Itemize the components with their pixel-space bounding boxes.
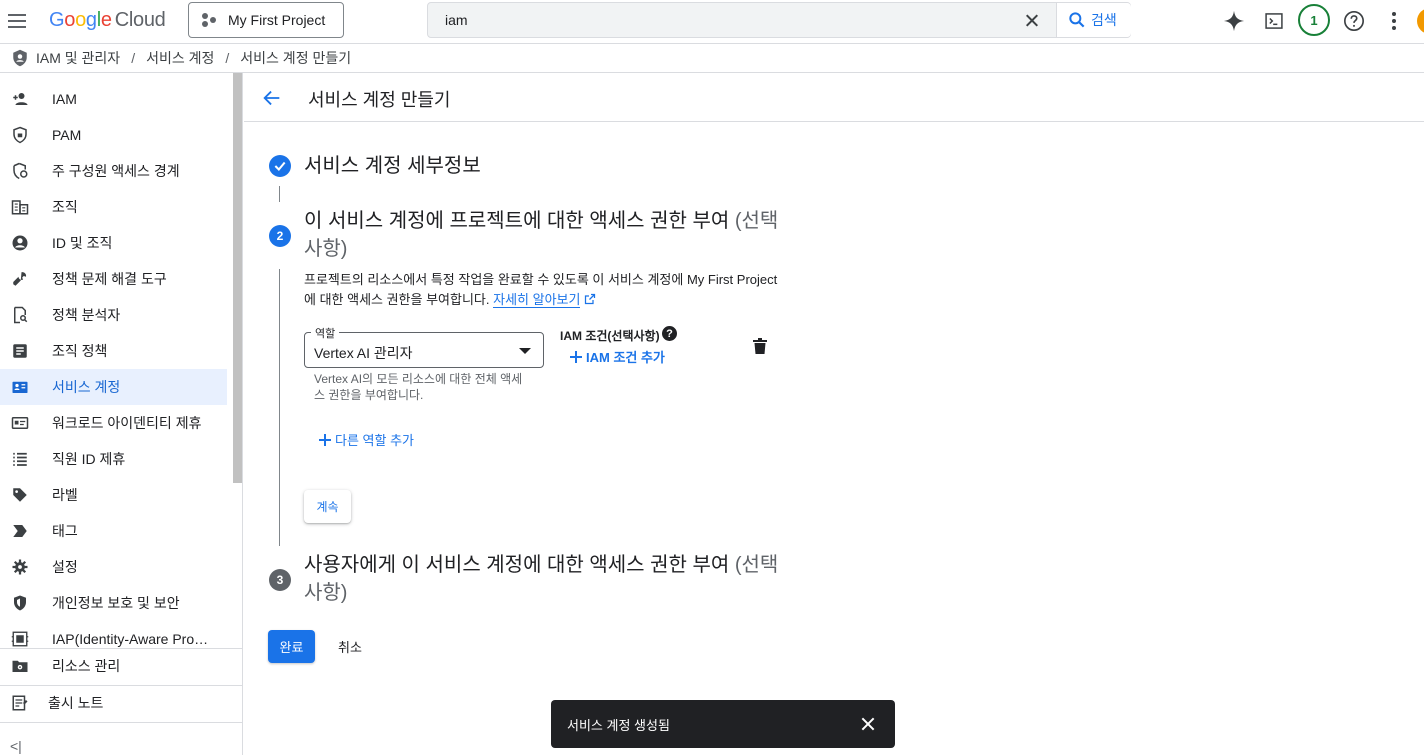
add-icon — [319, 433, 331, 446]
page-title: 서비스 계정 만들기 — [308, 90, 451, 110]
privacy-shield-icon — [14, 595, 26, 611]
wrench-icon — [13, 272, 27, 286]
gear-icon — [12, 559, 28, 575]
snackbar-message: 서비스 계정 생성됨 — [567, 717, 670, 733]
notification-badge[interactable]: 1 — [1298, 4, 1330, 36]
done-button[interactable]: 완료 — [268, 630, 315, 663]
clear-search-icon[interactable] — [1022, 11, 1042, 31]
role-legend: 역할 — [311, 325, 340, 341]
more-vert-icon[interactable] — [1381, 8, 1407, 34]
sidebar-item-service-accounts[interactable]: 서비스 계정 — [0, 369, 227, 405]
role-select[interactable]: 역할 Vertex AI 관리자 — [304, 325, 544, 368]
continue-button[interactable]: 계속 — [304, 490, 351, 523]
step-3-title[interactable]: 사용자에게 이 서비스 계정에 대한 액세스 권한 부여 (선택사항) — [304, 551, 779, 607]
gemini-sparkle-icon[interactable] — [1221, 8, 1247, 34]
service-account-icon — [12, 381, 28, 393]
sidebar-item-identity-organization[interactable]: ID 및 조직 — [0, 225, 227, 261]
sidebar-item-iam[interactable]: IAM — [0, 81, 227, 117]
dropdown-caret-icon — [519, 348, 531, 354]
search-input[interactable] — [428, 3, 1028, 37]
iam-condition-help-icon[interactable]: ? — [662, 326, 677, 341]
top-bar: GoogleCloud My First Project 검색 1 — [0, 0, 1424, 44]
role-value: Vertex AI 관리자 — [314, 345, 413, 361]
breadcrumb: IAM 및 관리자 / 서비스 계정 / 서비스 계정 만들기 — [0, 44, 1424, 73]
sidebar: IAM PAM 주 구성원 액세스 경계 조직 ID 및 조직 정책 문제 해결… — [0, 73, 243, 755]
label-icon — [13, 488, 27, 502]
breadcrumb-service-accounts[interactable]: 서비스 계정 — [146, 48, 214, 68]
step-2-title: 이 서비스 계정에 프로젝트에 대한 액세스 권한 부여 (선택사항) — [304, 207, 779, 263]
search-icon — [1069, 12, 1085, 28]
step-2-badge: 2 — [269, 225, 291, 247]
back-arrow-icon[interactable] — [261, 87, 283, 109]
sidebar-item-resource-management[interactable]: 리소스 관리 — [0, 648, 227, 684]
list-icon — [13, 452, 27, 466]
cloud-shell-icon[interactable] — [1261, 8, 1287, 34]
breadcrumb-iam-admin[interactable]: IAM 및 관리자 — [36, 48, 120, 68]
sidebar-item-settings[interactable]: 설정 — [0, 549, 227, 585]
tag-arrow-icon — [13, 525, 27, 537]
sidebar-item-organization[interactable]: 조직 — [0, 189, 227, 225]
iam-shield-icon — [13, 49, 27, 67]
project-name: My First Project — [228, 12, 326, 28]
account-avatar[interactable] — [1417, 8, 1424, 34]
person-add-icon — [13, 93, 28, 105]
account-circle-icon — [12, 235, 28, 251]
organization-icon — [11, 200, 29, 215]
id-card-icon — [11, 417, 29, 429]
add-another-role-button[interactable]: 다른 역할 추가 — [319, 430, 414, 449]
page-header: 서비스 계정 만들기 — [244, 73, 1424, 122]
search-bar: 검색 — [427, 2, 1131, 38]
step-1-complete-icon — [269, 155, 291, 177]
sidebar-item-release-notes[interactable]: 출시 노트 — [0, 685, 227, 721]
step-3-badge: 3 — [269, 569, 291, 591]
step-2-description: 프로젝트의 리소스에서 특정 작업을 완료할 수 있도록 이 서비스 계정에 M… — [304, 270, 784, 310]
sidebar-item-labels[interactable]: 라벨 — [0, 477, 227, 513]
learn-more-link[interactable]: 자세히 알아보기 — [493, 292, 581, 308]
breadcrumb-create-service-account: 서비스 계정 만들기 — [240, 50, 352, 66]
sidebar-item-policy-troubleshooter[interactable]: 정책 문제 해결 도구 — [0, 261, 227, 297]
role-hint: Vertex AI의 모든 리소스에 대한 전체 액세스 권한을 부여합니다. — [314, 372, 523, 402]
sidebar-item-principal-access-boundary[interactable]: 주 구성원 액세스 경계 — [0, 153, 227, 189]
open-in-new-icon — [584, 293, 596, 305]
sidebar-item-workforce-identity-federation[interactable]: 직원 ID 제휴 — [0, 441, 227, 477]
cancel-button[interactable]: 취소 — [334, 630, 366, 663]
main-content: 서비스 계정 만들기 서비스 계정 세부정보 2 이 서비스 계정에 프로젝트에… — [244, 73, 1424, 755]
release-notes-icon — [12, 695, 28, 711]
sidebar-item-tags[interactable]: 태그 — [0, 513, 227, 549]
iam-condition-label: IAM 조건(선택사항) — [560, 329, 660, 343]
project-hub-icon — [201, 12, 217, 28]
access-boundary-icon — [13, 162, 28, 180]
step-1-title[interactable]: 서비스 계정 세부정보 — [304, 152, 779, 180]
sidebar-item-organization-policies[interactable]: 조직 정책 — [0, 333, 227, 369]
sidebar-item-policy-analyzer[interactable]: 정책 분석자 — [0, 297, 227, 333]
policy-analyzer-icon — [14, 306, 28, 324]
search-button-label: 검색 — [1091, 12, 1117, 28]
document-icon — [13, 344, 27, 358]
step-connector — [279, 186, 280, 202]
google-cloud-logo[interactable]: Google Cloud — [49, 9, 166, 32]
snackbar: 서비스 계정 생성됨 — [551, 700, 895, 748]
add-iam-condition-button[interactable]: IAM 조건 추가 — [570, 347, 665, 366]
folder-gear-icon — [12, 660, 28, 672]
step-2-connector — [279, 269, 280, 546]
sidebar-divider — [0, 722, 243, 723]
sidebar-scrollbar[interactable] — [233, 73, 242, 483]
iap-icon — [11, 631, 29, 647]
step-2-title-text: 이 서비스 계정에 프로젝트에 대한 액세스 권한 부여 — [304, 210, 730, 232]
search-button[interactable]: 검색 — [1056, 3, 1131, 37]
help-icon[interactable] — [1341, 8, 1367, 34]
main-menu-icon[interactable] — [6, 8, 28, 34]
sidebar-item-workload-identity-federation[interactable]: 워크로드 아이덴티티 제휴 — [0, 405, 227, 441]
close-icon[interactable] — [858, 714, 878, 734]
sidebar-item-pam[interactable]: PAM — [0, 117, 227, 153]
project-picker-button[interactable]: My First Project — [188, 2, 344, 38]
shield-lock-icon — [13, 126, 27, 144]
collapse-sidebar-icon[interactable]: <| — [10, 738, 22, 754]
add-icon — [570, 350, 582, 363]
delete-role-icon[interactable] — [753, 338, 767, 354]
step-3-title-text: 사용자에게 이 서비스 계정에 대한 액세스 권한 부여 — [304, 554, 730, 576]
sidebar-item-privacy-security[interactable]: 개인정보 보호 및 보안 — [0, 585, 227, 621]
